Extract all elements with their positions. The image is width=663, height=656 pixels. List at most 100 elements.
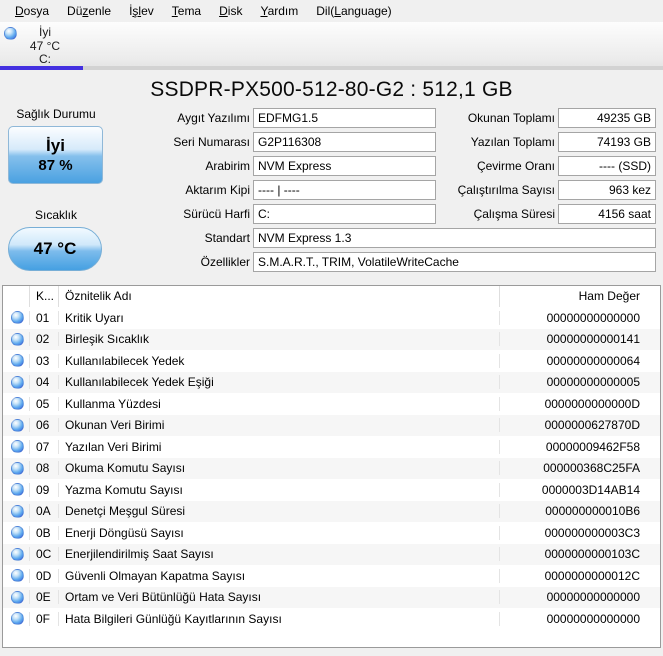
field-label: Arabirim bbox=[205, 159, 250, 173]
row-status-cell bbox=[3, 350, 29, 372]
menu-item-yardm[interactable]: Yardım bbox=[251, 1, 307, 21]
row-status-cell bbox=[3, 544, 29, 566]
table-row[interactable]: 09 Yazma Komutu Sayısı 0000003D14AB14 bbox=[3, 479, 660, 501]
table-row[interactable]: 01 Kritik Uyarı 00000000000000 bbox=[3, 307, 660, 329]
field-row: Yazılan Toplamı 74193 GB bbox=[425, 132, 656, 152]
drive-tab-c[interactable]: İyi 47 °C C: bbox=[0, 24, 83, 66]
table-row[interactable]: 0B Enerji Döngüsü Sayısı 000000000003C3 bbox=[3, 522, 660, 544]
table-row[interactable]: 0E Ortam ve Veri Bütünlüğü Hata Sayısı 000… bbox=[3, 586, 660, 608]
attribute-status-icon bbox=[11, 483, 24, 497]
header-id-column[interactable]: K... bbox=[29, 286, 58, 307]
menu-item-dzenle[interactable]: Düzenle bbox=[58, 1, 120, 21]
attribute-raw-value: 00000000000000 bbox=[499, 611, 660, 626]
attribute-id: 0E bbox=[29, 590, 58, 605]
attribute-id: 03 bbox=[29, 353, 58, 368]
attribute-raw-value: 00000000000000 bbox=[499, 310, 660, 325]
attribute-name: Birleşik Sıcaklık bbox=[58, 332, 499, 347]
health-percent-value: 87 % bbox=[38, 156, 73, 174]
attribute-id: 07 bbox=[29, 439, 58, 454]
attribute-status-icon bbox=[11, 311, 24, 325]
drive-title: SSDPR-PX500-512-80-G2 : 512,1 GB bbox=[150, 78, 513, 101]
attribute-name: Ortam ve Veri Bütünlüğü Hata Sayısı bbox=[58, 590, 499, 605]
row-status-cell bbox=[3, 415, 29, 437]
field-label: Özellikler bbox=[200, 255, 250, 269]
attribute-raw-value: 000000000010B6 bbox=[499, 504, 660, 519]
attribute-raw-value: 0000000000103C bbox=[499, 547, 660, 562]
menu-item-dillanguage[interactable]: Dil(Language) bbox=[307, 1, 400, 21]
attribute-id: 0F bbox=[29, 611, 58, 626]
attribute-name: Okuma Komutu Sayısı bbox=[58, 461, 499, 476]
health-status-button[interactable]: İyi 87 % bbox=[8, 126, 103, 184]
field-label: Çevirme Oranı bbox=[476, 159, 555, 173]
field-row: Aktarım Kipi ---- | ---- bbox=[110, 180, 436, 200]
attribute-raw-value: 00000000000064 bbox=[499, 353, 660, 368]
field-value-box: 963 kez bbox=[558, 180, 656, 200]
temperature-button[interactable]: 47 °C bbox=[8, 227, 102, 271]
header-attribute-column[interactable]: Öznitelik Adı bbox=[58, 286, 499, 307]
tab-strip-rule bbox=[0, 66, 663, 70]
attribute-raw-value: 000000368C25FA bbox=[499, 461, 660, 476]
field-value-box: ---- | ---- bbox=[253, 180, 436, 200]
attribute-raw-value: 0000000627870D bbox=[499, 418, 660, 433]
attribute-name: Hata Bilgileri Günlüğü Kayıtlarının Sayı… bbox=[58, 611, 499, 626]
field-row: Çalışma Süresi 4156 saat bbox=[425, 204, 656, 224]
attribute-name: Güvenli Olmayan Kapatma Sayısı bbox=[58, 568, 499, 583]
field-label: Sürücü Harfi bbox=[183, 207, 250, 221]
table-row[interactable]: 02 Birleşik Sıcaklık 00000000000141 bbox=[3, 328, 660, 350]
field-row: Okunan Toplamı 49235 GB bbox=[425, 108, 656, 128]
attribute-id: 0B bbox=[29, 525, 58, 540]
attribute-name: Denetçi Meşgul Süresi bbox=[58, 504, 499, 519]
attribute-name: Kullanılabilecek Yedek bbox=[58, 353, 499, 368]
menu-item-dosya[interactable]: Dosya bbox=[6, 1, 58, 21]
field-value-box: C: bbox=[253, 204, 436, 224]
field-value-box: 49235 GB bbox=[558, 108, 656, 128]
attribute-raw-value: 0000000000012C bbox=[499, 568, 660, 583]
table-row[interactable]: 06 Okunan Veri Birimi 0000000627870D bbox=[3, 414, 660, 437]
menu-item-disk[interactable]: Disk bbox=[210, 1, 251, 21]
drive-tab-status: İyi bbox=[39, 25, 51, 39]
attribute-id: 01 bbox=[29, 310, 58, 325]
table-row[interactable]: 05 Kullanma Yüzdesi 0000000000000D bbox=[3, 393, 660, 415]
attribute-raw-value: 0000000000000D bbox=[499, 396, 660, 411]
field-label: Seri Numarası bbox=[173, 135, 250, 149]
field-value-box: EDFMG1.5 bbox=[253, 108, 436, 128]
table-row[interactable]: 04 Kullanılabilecek Yedek Eşiği 0000000000… bbox=[3, 371, 660, 393]
row-status-cell bbox=[3, 307, 29, 329]
field-label: Aygıt Yazılımı bbox=[177, 111, 250, 125]
table-row[interactable]: 03 Kullanılabilecek Yedek 00000000000064 bbox=[3, 350, 660, 372]
attribute-name: Kritik Uyarı bbox=[58, 310, 499, 325]
health-status-label: Sağlık Durumu bbox=[16, 107, 96, 121]
field-value-box: NVM Express 1.3 bbox=[253, 228, 656, 248]
table-row[interactable]: 08 Okuma Komutu Sayısı 000000368C25FA bbox=[3, 457, 660, 479]
menu-item-ilev[interactable]: İşlev bbox=[120, 1, 163, 21]
attribute-id: 08 bbox=[29, 461, 58, 476]
header-rawvalue-column[interactable]: Ham Değer bbox=[499, 286, 660, 307]
table-row[interactable]: 0C Enerjilendirilmiş Saat Sayısı 000000000… bbox=[3, 543, 660, 566]
attribute-id: 0A bbox=[29, 504, 58, 519]
attribute-status-icon bbox=[11, 354, 24, 368]
smart-table-body: 01 Kritik Uyarı 00000000000000 02 Birleşik S… bbox=[3, 307, 660, 630]
drive-tab-letter: C: bbox=[39, 52, 51, 66]
table-row[interactable]: 0D Güvenli Olmayan Kapatma Sayısı 00000000… bbox=[3, 565, 660, 587]
table-row[interactable]: 0A Denetçi Meşgul Süresi 000000000010B6 bbox=[3, 500, 660, 522]
field-row: Çalıştırılma Sayısı 963 kez bbox=[425, 180, 656, 200]
field-label: Okunan Toplamı bbox=[467, 111, 555, 125]
drive-tab-temperature: 47 °C bbox=[29, 38, 61, 53]
attribute-status-icon bbox=[11, 418, 24, 432]
field-value-box: ---- (SSD) bbox=[558, 156, 656, 176]
row-status-cell bbox=[3, 522, 29, 544]
field-label: Çalışma Süresi bbox=[473, 207, 555, 221]
attribute-id: 06 bbox=[29, 418, 58, 433]
field-row: Sürücü Harfi C: bbox=[110, 204, 436, 224]
attribute-name: Enerji Döngüsü Sayısı bbox=[58, 525, 499, 540]
field-label: Standart bbox=[204, 231, 250, 245]
attribute-status-icon bbox=[11, 590, 24, 604]
attribute-name: Enerjilendirilmiş Saat Sayısı bbox=[58, 547, 499, 562]
field-value-box: 74193 GB bbox=[558, 132, 656, 152]
table-row[interactable]: 07 Yazılan Veri Birimi 00000009462F58 bbox=[3, 436, 660, 458]
menu-item-tema[interactable]: Tema bbox=[163, 1, 210, 21]
row-status-cell bbox=[3, 436, 29, 458]
row-status-cell bbox=[3, 608, 29, 630]
table-row[interactable]: 0F Hata Bilgileri Günlüğü Kayıtlarının Sa… bbox=[3, 608, 660, 630]
menu-bar: Dosya Düzenle İşlev Tema Disk Yardım Dil(Langu… bbox=[0, 0, 663, 22]
